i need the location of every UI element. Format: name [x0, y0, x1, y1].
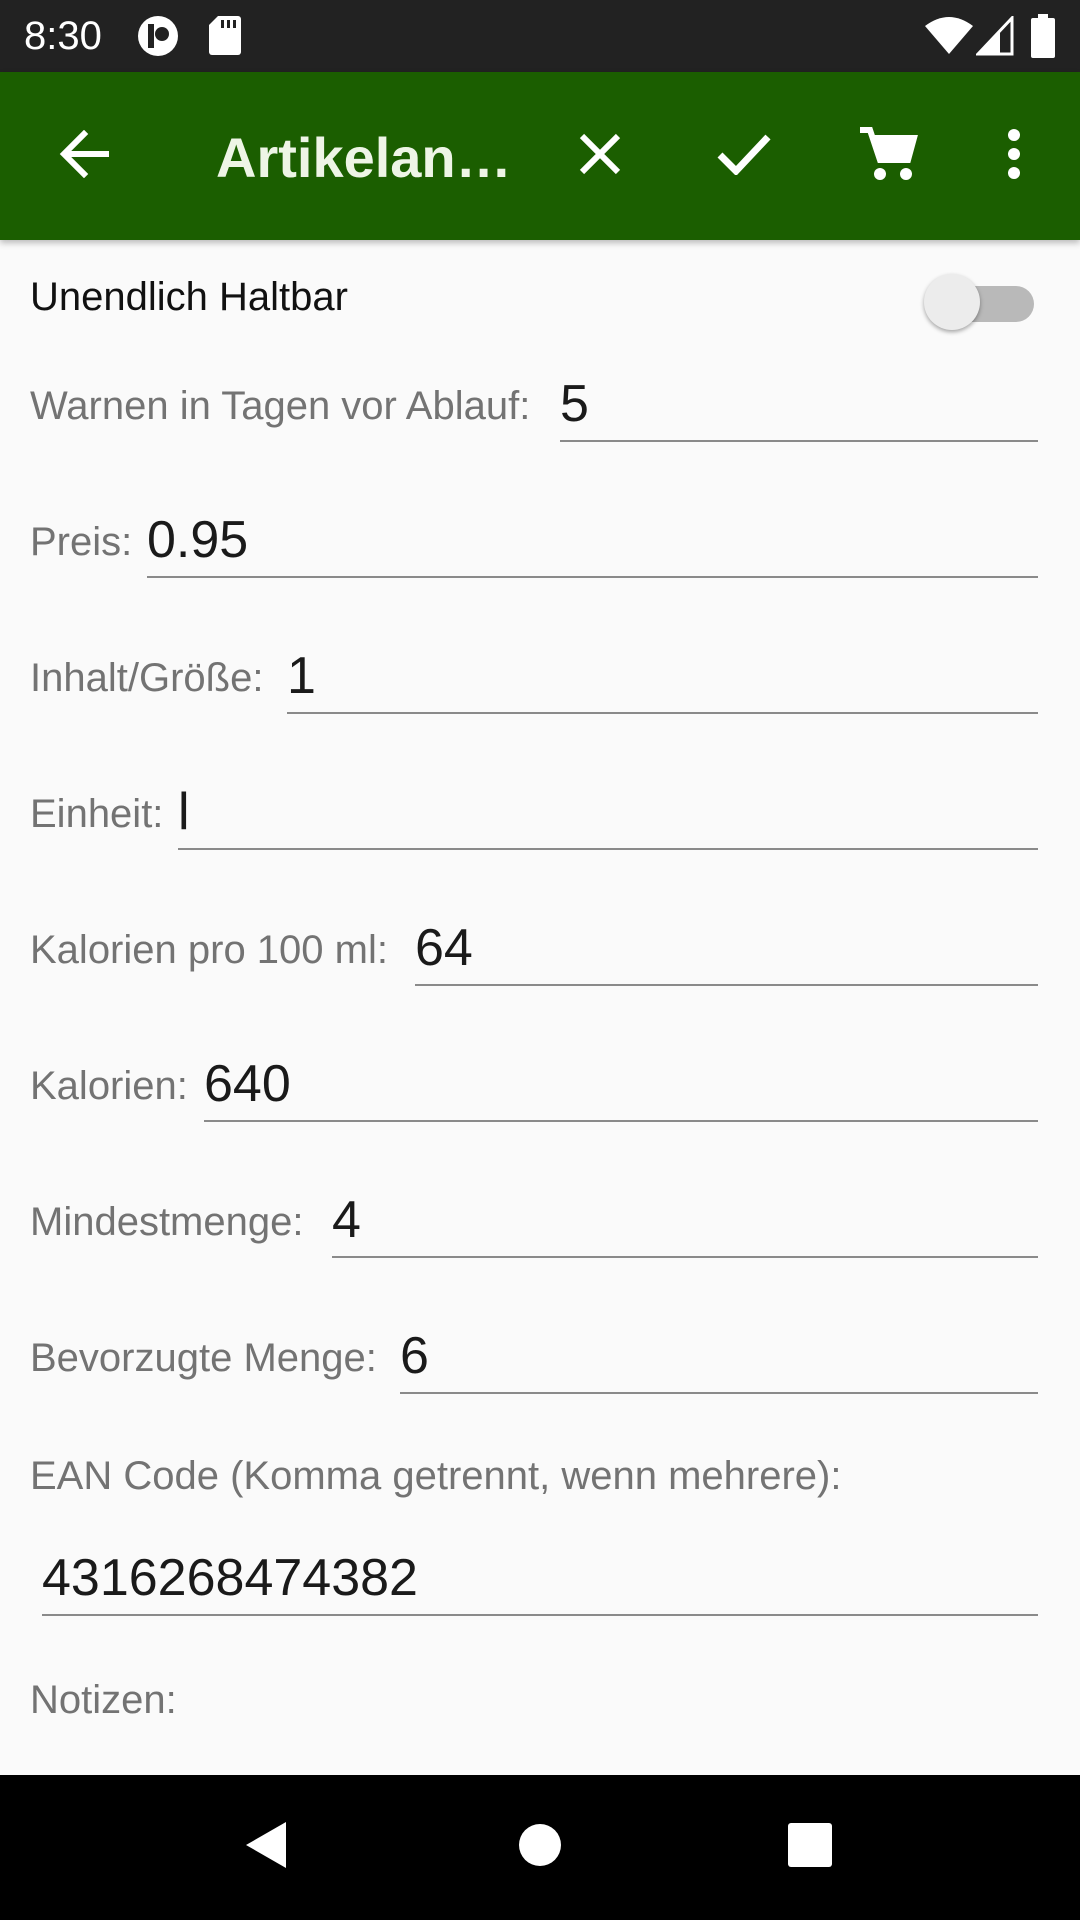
warn-days-label: Warnen in Tagen vor Ablauf: — [30, 384, 531, 428]
calories-label: Kalorien: — [30, 1064, 188, 1108]
price-input[interactable]: 0.95 — [147, 508, 1038, 578]
preferred-quantity-row: Bevorzugte Menge: 6 — [30, 1314, 1038, 1394]
check-icon — [716, 133, 772, 180]
close-icon — [578, 132, 622, 181]
system-nav-bar — [0, 1775, 1080, 1920]
status-bar: 8:30 — [0, 0, 1080, 72]
warn-days-row: Warnen in Tagen vor Ablauf: 5 — [30, 362, 1038, 442]
back-button[interactable] — [42, 114, 126, 198]
battery-icon — [1030, 14, 1056, 63]
save-button[interactable] — [702, 114, 786, 198]
cell-signal-icon — [974, 14, 1014, 61]
preferred-quantity-input[interactable]: 6 — [400, 1324, 1038, 1394]
app-bar: Artikelan… — [0, 72, 1080, 240]
notes-label: Notizen: — [30, 1678, 177, 1722]
price-row: Preis: 0.95 — [30, 498, 1038, 578]
content-size-row: Inhalt/Größe: 1 — [30, 634, 1038, 714]
calories-input[interactable]: 640 — [204, 1052, 1038, 1122]
overflow-menu-button[interactable] — [972, 114, 1056, 198]
more-vert-icon — [1006, 128, 1022, 185]
recents-square-icon — [788, 1822, 832, 1872]
min-quantity-input[interactable]: 4 — [332, 1188, 1038, 1258]
screen: 8:30 Artikelan… Unendlich Haltbar Warnen… — [0, 0, 1080, 1920]
calories-per-100-input[interactable]: 64 — [415, 916, 1038, 986]
min-quantity-row: Mindestmenge: 4 — [30, 1178, 1038, 1258]
nav-home-button[interactable] — [490, 1805, 590, 1889]
calories-per-100-label: Kalorien pro 100 ml: — [30, 928, 388, 972]
unit-row: Einheit: l — [30, 770, 1038, 850]
price-label: Preis: — [30, 520, 133, 564]
app-notification-icon — [136, 14, 180, 63]
shopping-list-button[interactable] — [846, 114, 930, 198]
toggle-thumb — [924, 274, 980, 330]
wifi-icon — [924, 16, 974, 61]
warn-days-input[interactable]: 5 — [560, 372, 1038, 442]
calories-per-100-row: Kalorien pro 100 ml: 64 — [30, 906, 1038, 986]
sd-card-icon — [208, 14, 242, 61]
min-quantity-label: Mindestmenge: — [30, 1200, 304, 1244]
back-triangle-icon — [244, 1820, 288, 1875]
back-arrow-icon — [58, 129, 110, 183]
content-size-input[interactable]: 1 — [287, 644, 1038, 714]
status-time: 8:30 — [24, 14, 102, 58]
infinite-shelf-life-row: Unendlich Haltbar — [30, 262, 1050, 334]
nav-recents-button[interactable] — [760, 1805, 860, 1889]
ean-input[interactable]: 4316268474382 — [42, 1546, 1038, 1616]
infinite-shelf-life-label: Unendlich Haltbar — [30, 275, 348, 319]
home-circle-icon — [518, 1823, 562, 1872]
nav-back-button[interactable] — [216, 1805, 316, 1889]
ean-label: EAN Code (Komma getrennt, wenn mehrere): — [30, 1454, 842, 1498]
preferred-quantity-label: Bevorzugte Menge: — [30, 1336, 377, 1380]
calories-row: Kalorien: 640 — [30, 1042, 1038, 1122]
unit-input[interactable]: l — [178, 780, 1038, 850]
unit-label: Einheit: — [30, 792, 164, 836]
page-title: Artikelan… — [216, 126, 506, 189]
cart-icon — [858, 124, 918, 189]
content-size-label: Inhalt/Größe: — [30, 656, 264, 700]
cancel-button[interactable] — [558, 114, 642, 198]
ean-row: 4316268474382 — [30, 1536, 1038, 1616]
infinite-shelf-life-toggle[interactable] — [922, 268, 1048, 332]
article-form: Unendlich Haltbar Warnen in Tagen vor Ab… — [0, 240, 1080, 1775]
